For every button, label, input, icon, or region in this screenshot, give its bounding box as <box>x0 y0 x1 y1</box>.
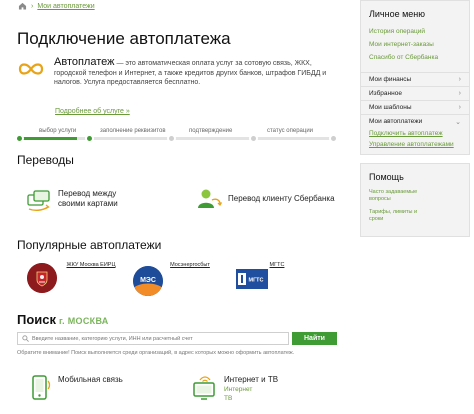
transfers-title: Переводы <box>17 153 74 167</box>
category-sub-internet[interactable]: Интернет <box>224 385 278 394</box>
sidebar-item-favorites[interactable]: Избранное › <box>361 86 469 100</box>
chevron-right-icon: › <box>458 90 461 97</box>
infinity-icon <box>18 63 44 75</box>
sidebar-item-templates[interactable]: Мои шаблоны › <box>361 100 469 114</box>
popular-label: МГТС <box>269 262 285 268</box>
popular-title: Популярные автоплатежи <box>17 238 162 252</box>
mgts-logo-text: МГТС <box>248 278 263 284</box>
search-input[interactable] <box>32 335 282 342</box>
step-dot <box>15 134 24 143</box>
manage-autopay-link[interactable]: Управление автоплатежами <box>361 139 469 154</box>
breadcrumb: › Мои автоплатежи <box>18 2 95 10</box>
step-dot <box>167 134 176 143</box>
transfer-label: Перевод между своими картами <box>58 189 118 208</box>
step-label: подтверждение <box>189 128 233 134</box>
cards-transfer-icon <box>27 190 50 212</box>
popular-item-zhku[interactable]: ЖКУ Москва ЕИРЦ <box>56 262 126 271</box>
spasibo-link[interactable]: Спасибо от Сбербанка <box>361 51 469 64</box>
mes-logo-mark: МЭС <box>133 266 163 296</box>
transfer-own-cards[interactable]: Перевод между своими картами <box>26 186 128 212</box>
category-internet-tv[interactable]: Интернет и ТВ Интернет ТВ <box>192 375 278 403</box>
search-field[interactable] <box>17 332 289 345</box>
chevron-down-icon: ⌄ <box>455 118 461 126</box>
popular-label: Мосэнергосбыт <box>170 262 210 268</box>
sidebar: Личное меню История операций Мои интерне… <box>360 0 470 237</box>
search-city[interactable]: г. МОСКВА <box>59 316 109 326</box>
step-label: статус операции <box>267 128 314 134</box>
coat-of-arms-icon <box>27 263 57 293</box>
internet-orders-link[interactable]: Мои интернет-заказы <box>361 38 469 51</box>
page-title: Подключение автоплатежа <box>17 29 231 48</box>
step-label: выбор услуги <box>39 128 77 134</box>
client-transfer-icon <box>198 189 222 208</box>
step-dot <box>249 134 258 143</box>
personal-menu-title: Личное меню <box>369 9 426 19</box>
history-link[interactable]: История операций <box>361 25 469 38</box>
connect-autopay-link[interactable]: Подключить автоплатеж <box>361 128 469 139</box>
find-button[interactable]: Найти <box>292 332 337 345</box>
mobile-phone-icon <box>32 375 51 400</box>
transfer-sberbank-client[interactable]: Перевод клиенту Сбербанка <box>196 186 335 212</box>
zhku-logo[interactable] <box>27 263 57 293</box>
help-title: Помощь <box>369 172 404 182</box>
popular-item-mosenergosbyt[interactable]: Мосэнергосбыт <box>155 262 225 271</box>
breadcrumb-link[interactable]: Мои автоплатежи <box>37 3 94 10</box>
step-label: заполнение реквизитов <box>100 128 166 134</box>
sidebar-item-finances[interactable]: Мои финансы › <box>361 72 469 86</box>
category-label: Интернет и ТВ <box>224 375 279 384</box>
mgts-logo-mark: МГТС <box>238 273 264 285</box>
faq-link[interactable]: Часто задаваемые вопросы <box>361 186 431 206</box>
more-about-service-link[interactable]: Подробнее об услуге » <box>55 108 130 115</box>
mes-logo-text: МЭС <box>140 277 156 284</box>
transfer-label: Перевод клиенту Сбербанка <box>228 194 335 203</box>
category-label: Мобильная связь <box>58 375 123 384</box>
search-title: Поиск г. МОСКВА <box>17 312 109 327</box>
tariffs-link[interactable]: Тарифы, лимиты и сроки <box>361 206 431 226</box>
home-icon[interactable] <box>18 2 27 10</box>
sidebar-item-autopayments[interactable]: Мои автоплатежи ⌄ <box>361 114 469 128</box>
autopay-heading: Автоплатеж <box>54 56 115 68</box>
help-panel: Помощь Часто задаваемые вопросы Тарифы, … <box>360 163 470 237</box>
internet-tv-icon <box>193 376 215 400</box>
category-sub-tv[interactable]: ТВ <box>224 394 278 403</box>
personal-menu-panel: Личное меню История операций Мои интерне… <box>360 0 470 155</box>
main-content: › Мои автоплатежи Подключение автоплатеж… <box>0 0 355 414</box>
search-note: Обратите внимание! Поиск выполняется сре… <box>17 350 295 356</box>
category-mobile[interactable]: Мобильная связь <box>30 375 123 401</box>
mes-logo[interactable]: МЭС <box>133 266 163 296</box>
step-dot <box>85 134 94 143</box>
chevron-right-icon: › <box>458 76 461 83</box>
search-icon <box>22 335 29 342</box>
chevron-right-icon: › <box>458 104 461 111</box>
popular-label: ЖКУ Москва ЕИРЦ <box>66 262 116 268</box>
step-dot <box>329 134 338 143</box>
mgts-logo[interactable]: МГТС <box>236 269 268 289</box>
